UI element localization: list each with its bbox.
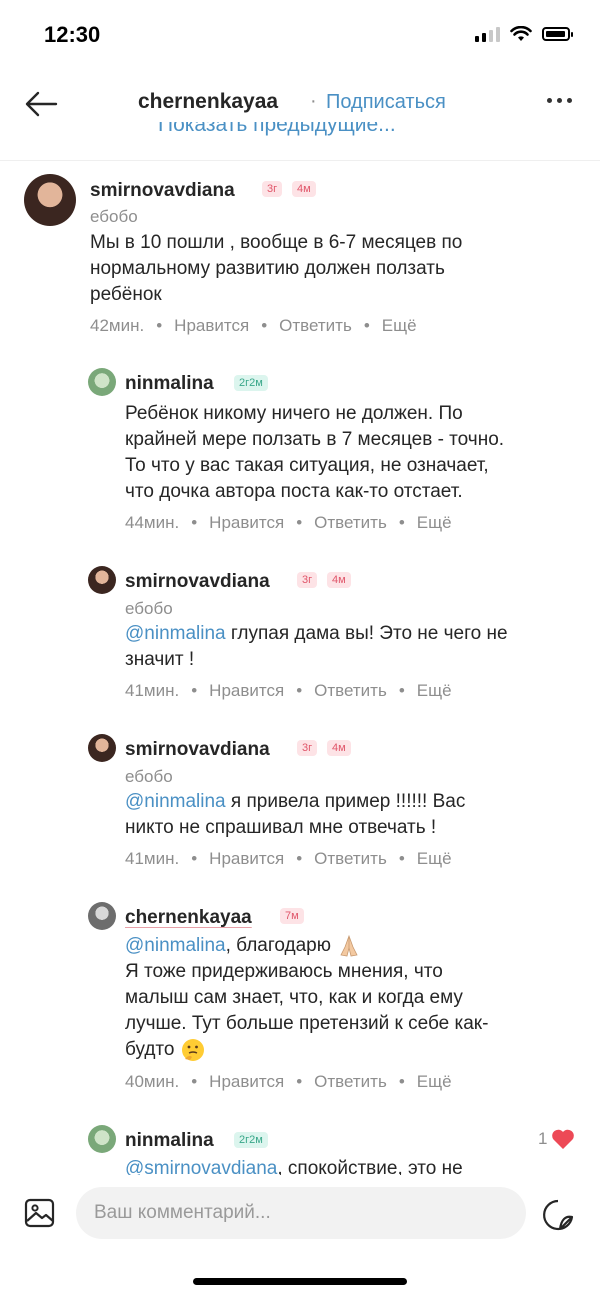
comment-input-bar [0, 1175, 600, 1255]
more-button[interactable]: Ещё [417, 513, 452, 532]
status-time: 12:30 [44, 22, 101, 47]
more-options-icon[interactable] [547, 98, 572, 103]
comment-text: Ребёнок никому ничего не должен. По крайн… [125, 403, 505, 502]
comment-username[interactable]: ninmalina [125, 1130, 214, 1152]
wifi-icon [510, 26, 532, 41]
comment-text: @ninmalina, благодарю Я тоже придерживаю… [125, 933, 488, 1063]
divider [0, 160, 600, 161]
avatar[interactable] [88, 566, 116, 594]
comment-time: 40мин. [125, 1072, 180, 1091]
account-age-badge: 3г [297, 740, 318, 756]
avatar[interactable] [88, 734, 116, 762]
comment-username[interactable]: chernenkayaa [125, 907, 252, 929]
subscribe-button[interactable]: Подписаться [326, 91, 446, 114]
avatar[interactable] [88, 1125, 116, 1153]
account-age-badge: 7м [280, 908, 304, 924]
comment-meta: 40мин. • Нравится • Ответить • Ещё [125, 1072, 452, 1091]
like-button[interactable]: Нравится [209, 681, 284, 700]
thinking-face-emoji-icon [181, 1039, 204, 1062]
comment-time: 41мин. [125, 849, 180, 868]
sticker-icon[interactable] [540, 1197, 576, 1233]
reply-button[interactable]: Ответить [314, 849, 387, 868]
status-icons [475, 26, 573, 42]
avatar[interactable] [88, 368, 116, 396]
account-age-badge: 3г [262, 181, 283, 197]
heart-icon[interactable] [551, 1128, 575, 1150]
account-age-badge: 3г [297, 572, 318, 588]
more-button[interactable]: Ещё [417, 849, 452, 868]
battery-icon [542, 27, 573, 41]
comment-meta: 41мин. • Нравится • Ответить • Ещё [125, 849, 452, 868]
comment-text: @ninmalina глупая дама вы! Это не чего н… [125, 623, 508, 670]
comment-time: 42мин. [90, 316, 145, 335]
comment-subtitle: ебобо [125, 767, 173, 786]
account-age-badge: 4м [327, 572, 351, 588]
avatar[interactable] [24, 174, 76, 226]
comment-time: 41мин. [125, 681, 180, 700]
comment-meta: 42мин. • Нравится • Ответить • Ещё [90, 316, 417, 335]
comment-text: @ninmalina я привела пример !!!!!! Вас н… [125, 791, 466, 838]
like-button[interactable]: Нравится [209, 513, 284, 532]
account-age-badge: 4м [292, 181, 316, 197]
more-button[interactable]: Ещё [417, 1072, 452, 1091]
account-age-badge: 2г2м [234, 1132, 268, 1148]
comment-text: Мы в 10 пошли , вообще в 6-7 месяцев по н… [90, 232, 463, 305]
comment-subtitle: ебобо [125, 599, 173, 618]
like-button[interactable]: Нравится [174, 316, 249, 335]
home-indicator [193, 1278, 407, 1285]
account-age-badge: 2г2м [234, 375, 268, 391]
show-previous-link[interactable]: Показать предыдущие... [158, 122, 396, 142]
reply-button[interactable]: Ответить [314, 681, 387, 700]
avatar[interactable] [88, 902, 116, 930]
comment-username[interactable]: smirnovavdiana [125, 739, 270, 761]
status-bar: 12:30 [0, 0, 600, 72]
signal-icon [475, 26, 500, 42]
comment-time: 44мин. [125, 513, 180, 532]
like-button[interactable]: Нравится [209, 849, 284, 868]
comment-meta: 41мин. • Нравится • Ответить • Ещё [125, 681, 452, 700]
comment-username[interactable]: ninmalina [125, 373, 214, 395]
likes-counter[interactable]: 1 [538, 1128, 575, 1150]
comment-input[interactable] [76, 1187, 526, 1239]
more-button[interactable]: Ещё [382, 316, 417, 335]
like-button[interactable]: Нравится [209, 1072, 284, 1091]
gallery-icon[interactable] [24, 1197, 56, 1229]
back-arrow-icon[interactable] [22, 86, 62, 122]
mention-link[interactable]: @ninmalina [125, 791, 226, 812]
mention-link[interactable]: @ninmalina [125, 623, 226, 644]
praying-hands-emoji-icon [340, 934, 358, 957]
title-separator: · [310, 90, 317, 112]
more-button[interactable]: Ещё [417, 681, 452, 700]
account-age-badge: 4м [327, 740, 351, 756]
reply-button[interactable]: Ответить [314, 1072, 387, 1091]
page-title[interactable]: chernenkayaa [138, 90, 278, 114]
comment-subtitle: ебобо [90, 207, 138, 226]
likes-count: 1 [538, 1129, 548, 1148]
comment-username[interactable]: smirnovavdiana [125, 571, 270, 593]
reply-button[interactable]: Ответить [314, 513, 387, 532]
comment-meta: 44мин. • Нравится • Ответить • Ещё [125, 513, 452, 532]
comment-username[interactable]: smirnovavdiana [90, 180, 235, 202]
mention-link[interactable]: @ninmalina [125, 935, 226, 956]
reply-button[interactable]: Ответить [279, 316, 352, 335]
